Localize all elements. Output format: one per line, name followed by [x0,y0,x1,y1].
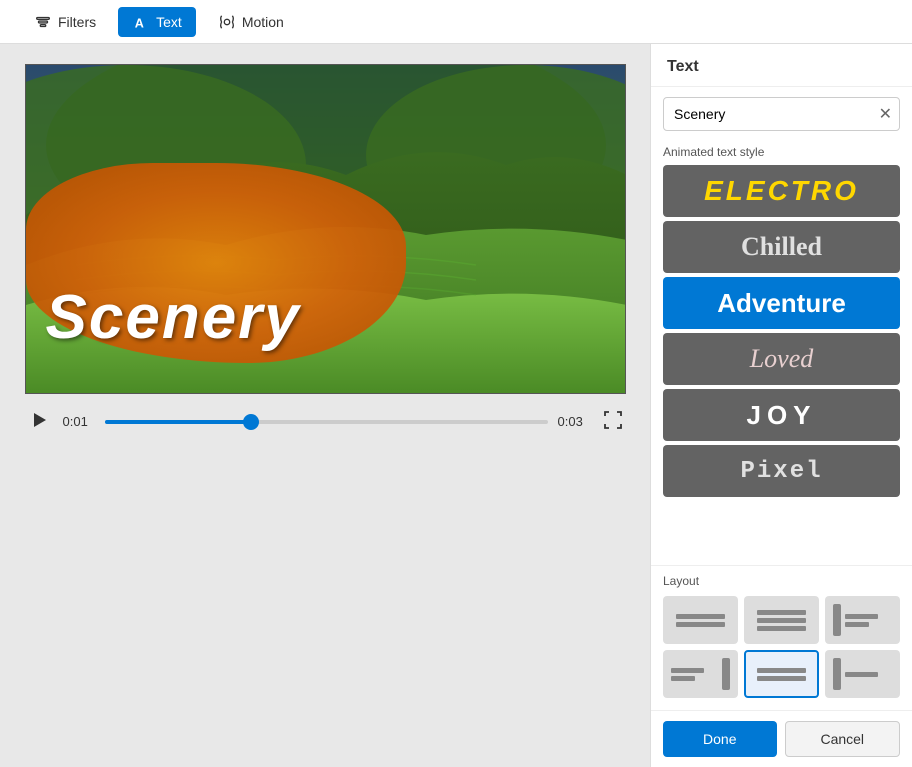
layout-section: Layout [651,565,912,710]
svg-text:A: A [135,16,144,30]
layout-label: Layout [663,574,900,588]
text-styles-list: ELECTRO Chilled Adventure Loved JOY Pixe… [651,165,912,565]
text-icon: A [132,13,150,31]
motion-button[interactable]: Motion [204,7,298,37]
panel-title: Text [651,44,912,87]
animated-style-label: Animated text style [651,141,912,165]
main-layout: Scenery 0:01 0:03 [0,44,912,767]
filters-icon [34,13,52,31]
layout-item-6[interactable] [825,650,900,698]
video-area: Scenery 0:01 0:03 [0,44,650,767]
style-pixel[interactable]: Pixel [663,445,900,497]
cancel-button[interactable]: Cancel [785,721,901,757]
layout-item-5[interactable] [744,650,819,698]
bottom-buttons: Done Cancel [651,710,912,767]
video-text-overlay: Scenery [46,282,301,353]
style-loved[interactable]: Loved [663,333,900,385]
current-time: 0:01 [63,414,95,429]
layout-item-1[interactable] [663,596,738,644]
search-box: ✕ [663,97,900,131]
filters-button[interactable]: Filters [20,7,110,37]
layout-item-4[interactable] [663,650,738,698]
seek-fill [105,420,251,424]
play-icon [29,410,49,430]
total-time: 0:03 [558,414,590,429]
motion-icon [218,13,236,31]
layout-grid [663,596,900,698]
playback-bar: 0:01 0:03 [25,394,626,449]
style-chilled[interactable]: Chilled [663,221,900,273]
layout-item-3[interactable] [825,596,900,644]
style-joy[interactable]: JOY [663,389,900,441]
play-button[interactable] [25,406,53,437]
search-clear-button[interactable]: ✕ [879,104,892,124]
search-input[interactable] [663,97,900,131]
video-player: Scenery [25,64,626,394]
video-background: Scenery [26,65,625,393]
done-button[interactable]: Done [663,721,777,757]
fullscreen-icon [604,411,622,429]
text-button[interactable]: A Text [118,7,196,37]
style-adventure[interactable]: Adventure [663,277,900,329]
seek-track[interactable] [105,420,548,424]
style-electro[interactable]: ELECTRO [663,165,900,217]
fullscreen-button[interactable] [600,407,626,436]
seek-thumb[interactable] [243,414,259,430]
toolbar: Filters A Text Motion [0,0,912,44]
layout-item-2[interactable] [744,596,819,644]
right-panel: Text ✕ Animated text style ELECTRO Chill… [650,44,912,767]
